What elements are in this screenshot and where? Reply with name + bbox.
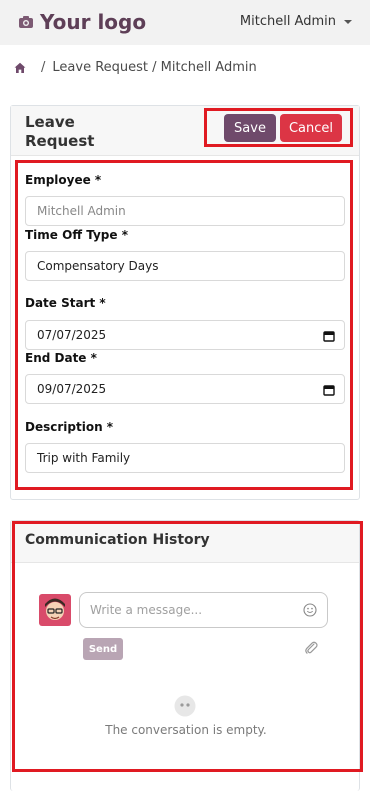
avatar	[39, 594, 71, 626]
employee-field[interactable]: Mitchell Admin	[25, 196, 345, 226]
breadcrumb: / Leave Request / Mitchell Admin	[14, 60, 257, 75]
empty-conversation-text: The conversation is empty.	[105, 723, 267, 737]
calendar-icon[interactable]	[323, 384, 335, 396]
cancel-button[interactable]: Cancel	[280, 114, 342, 142]
time-off-type-field[interactable]: Compensatory Days	[25, 251, 345, 281]
communication-history-card: Communication History Write a message...…	[10, 520, 360, 791]
leave-request-card: Leave Request Save Cancel Employee * Mit…	[10, 105, 360, 500]
paperclip-icon[interactable]	[303, 640, 319, 656]
chat-header: Communication History	[11, 521, 359, 563]
employee-label: Employee *	[25, 173, 102, 187]
logo-text: Your logo	[40, 10, 147, 34]
form-title: Leave Request	[25, 113, 95, 150]
save-button[interactable]: Save	[224, 114, 276, 142]
user-name: Mitchell Admin	[239, 14, 336, 29]
breadcrumb-separator: /	[41, 60, 46, 75]
message-input[interactable]: Write a message...	[79, 592, 328, 628]
chat-title: Communication History	[25, 532, 210, 548]
smiley-icon[interactable]	[303, 603, 317, 617]
camera-icon	[19, 16, 33, 28]
user-menu[interactable]: Mitchell Admin	[240, 14, 352, 29]
navbar: Your logo Mitchell Admin	[0, 0, 370, 45]
description-label: Description *	[25, 420, 114, 434]
end-date-value: 09/07/2025	[37, 382, 107, 396]
card-header: Leave Request Save Cancel	[11, 106, 359, 156]
date-start-field[interactable]: 07/07/2025	[25, 320, 345, 350]
logo[interactable]: Your logo	[18, 10, 146, 34]
description-field[interactable]: Trip with Family	[25, 443, 345, 473]
end-date-field[interactable]: 09/07/2025	[25, 374, 345, 404]
date-start-label: Date Start *	[25, 296, 106, 310]
home-icon[interactable]	[14, 62, 26, 74]
date-start-value: 07/07/2025	[37, 328, 107, 342]
message-placeholder: Write a message...	[90, 603, 203, 617]
caret-down-icon	[344, 19, 352, 24]
time-off-type-label: Time Off Type *	[25, 228, 128, 242]
send-button[interactable]: Send	[83, 638, 123, 660]
end-date-label: End Date *	[25, 351, 97, 365]
calendar-icon[interactable]	[323, 330, 335, 342]
breadcrumb-item[interactable]: Leave Request / Mitchell Admin	[52, 60, 256, 75]
empty-chat-icon	[174, 695, 196, 717]
